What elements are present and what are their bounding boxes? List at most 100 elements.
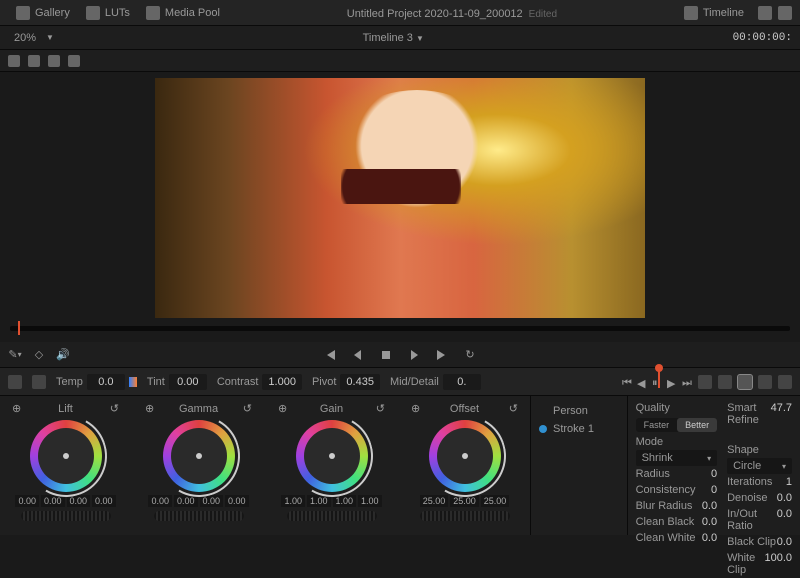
expand-icon[interactable]: ⊕ <box>278 402 287 415</box>
first-frame-button[interactable] <box>323 348 337 362</box>
kf-first-icon[interactable]: ⏮ <box>622 377 632 387</box>
offset-wheel[interactable] <box>429 420 501 492</box>
expand-icon[interactable]: ⊕ <box>12 402 21 415</box>
mediapool-icon <box>146 6 160 20</box>
expand-icon[interactable]: ⊕ <box>411 402 420 415</box>
zoom-value: 20% <box>8 30 42 46</box>
gain-wheel-panel: ⊕Gain↺ 1.001.001.001.00 <box>274 400 389 531</box>
mask-item-stroke1[interactable]: Stroke 1 <box>539 420 619 438</box>
highlight-icon[interactable] <box>48 55 60 67</box>
scrub-bar[interactable] <box>0 324 800 342</box>
prev-frame-button[interactable] <box>351 348 365 362</box>
pivot-value[interactable]: 0.435 <box>340 374 380 390</box>
kf-last-icon[interactable]: ⏭ <box>682 377 692 387</box>
viewer-mode-icon[interactable]: ◇ <box>32 348 46 362</box>
kf-next-icon[interactable]: ▶ <box>667 377 677 387</box>
wand-tool-icon[interactable] <box>698 375 712 389</box>
blur-radius-param[interactable]: Blur Radius0.0 <box>636 498 718 514</box>
quality-toggle[interactable]: FasterBetter <box>636 418 718 432</box>
mediapool-tab[interactable]: Media Pool <box>138 2 228 24</box>
clean-black-param[interactable]: Clean Black0.0 <box>636 514 718 530</box>
zoom-control[interactable]: 20%▼ <box>8 30 54 46</box>
smart-refine-param[interactable]: Smart Refine47.7 <box>727 400 792 428</box>
preview-image <box>155 78 645 318</box>
nodes-icon[interactable] <box>778 6 792 20</box>
sub-toolbar: 20%▼ Timeline 3 ▼ 00:00:00: <box>0 26 800 50</box>
viewer[interactable] <box>0 72 800 324</box>
lift-jog[interactable] <box>21 511 111 521</box>
scrub-track[interactable] <box>10 326 790 331</box>
image-wipe-icon[interactable] <box>8 55 20 67</box>
middetail-param[interactable]: Mid/Detail0. <box>390 374 481 390</box>
crosshair-icon[interactable] <box>8 375 22 389</box>
tint-label: Tint <box>147 376 165 388</box>
timeline-button[interactable]: Timeline <box>676 2 752 24</box>
expand-icon[interactable]: ⊕ <box>145 402 154 415</box>
scope-tool-icon[interactable] <box>758 375 772 389</box>
wand-icon[interactable] <box>68 55 80 67</box>
contrast-value[interactable]: 1.000 <box>262 374 302 390</box>
temp-value[interactable]: 0.0 <box>87 374 125 390</box>
mediapool-label: Media Pool <box>165 7 220 19</box>
picker-icon[interactable]: ✎▾ <box>8 348 22 362</box>
primary-params: Temp 0.0 Tint 0.00 Contrast1.000 Pivot0.43… <box>0 368 800 396</box>
mode-dropdown[interactable]: Shrink▾ <box>636 450 718 466</box>
reset-icon[interactable]: ↺ <box>376 402 385 415</box>
person-label: Person <box>553 405 588 417</box>
last-frame-button[interactable] <box>435 348 449 362</box>
denoise-param[interactable]: Denoise0.0 <box>727 490 792 506</box>
tint-value[interactable]: 0.00 <box>169 374 207 390</box>
faster-btn[interactable]: Faster <box>636 418 678 432</box>
playhead[interactable] <box>18 321 20 335</box>
radius-param[interactable]: Radius0 <box>636 466 718 482</box>
consistency-param[interactable]: Consistency0 <box>636 482 718 498</box>
audio-icon[interactable]: 🔊 <box>56 348 70 362</box>
chevron-down-icon[interactable]: ▼ <box>416 34 424 43</box>
split-screen-icon[interactable] <box>28 55 40 67</box>
luts-icon <box>86 6 100 20</box>
play-button[interactable] <box>407 348 421 362</box>
timeline-name[interactable]: Timeline 3 <box>363 32 413 44</box>
gain-jog[interactable] <box>287 511 377 521</box>
lift-wheel-panel: ⊕Lift↺ 0.000.000.000.00 <box>8 400 123 531</box>
reset-icon[interactable]: ↺ <box>110 402 119 415</box>
tint-param[interactable]: Tint 0.00 <box>147 374 207 390</box>
gain-label: Gain <box>320 403 343 415</box>
gain-wheel[interactable] <box>296 420 368 492</box>
reset-icon[interactable]: ↺ <box>509 402 518 415</box>
luts-tab[interactable]: LUTs <box>78 2 138 24</box>
better-btn[interactable]: Better <box>677 418 717 432</box>
project-title: Untitled Project 2020-11-09_200012Edited <box>228 6 676 20</box>
gamma-wheel[interactable] <box>163 420 235 492</box>
clean-white-param[interactable]: Clean White0.0 <box>636 530 718 546</box>
offset-jog[interactable] <box>420 511 510 521</box>
shape-dropdown[interactable]: Circle▾ <box>727 458 792 474</box>
clips-icon[interactable] <box>758 6 772 20</box>
curve-tool-icon[interactable] <box>718 375 732 389</box>
inout-ratio-param[interactable]: In/Out Ratio0.0 <box>727 506 792 534</box>
white-clip-param[interactable]: White Clip100.0 <box>727 550 792 578</box>
auto-icon[interactable] <box>32 375 46 389</box>
temp-param[interactable]: Temp 0.0 <box>56 374 137 390</box>
reset-icon[interactable]: ↺ <box>243 402 252 415</box>
mask-item-person[interactable]: Person <box>539 402 619 420</box>
iterations-param[interactable]: Iterations1 <box>727 474 792 490</box>
contrast-param[interactable]: Contrast1.000 <box>217 374 302 390</box>
temp-label: Temp <box>56 376 83 388</box>
stop-button[interactable] <box>379 348 393 362</box>
lift-wheel[interactable] <box>30 420 102 492</box>
mask-tool-icon[interactable] <box>738 375 752 389</box>
timecode[interactable]: 00:00:00: <box>733 32 792 44</box>
magic-mask-panel: Quality FasterBetter Mode Shrink▾ Radius… <box>627 396 800 535</box>
gallery-tab[interactable]: Gallery <box>8 2 78 24</box>
loop-button[interactable]: ↻ <box>463 348 477 362</box>
pivot-param[interactable]: Pivot0.435 <box>312 374 380 390</box>
middetail-value[interactable]: 0. <box>443 374 481 390</box>
lift-label: Lift <box>58 403 73 415</box>
gamma-jog[interactable] <box>154 511 244 521</box>
black-clip-param[interactable]: Black Clip0.0 <box>727 534 792 550</box>
settings-icon[interactable] <box>778 375 792 389</box>
edited-status: Edited <box>529 9 557 20</box>
playhead-marker[interactable] <box>658 368 660 388</box>
kf-prev-icon[interactable]: ◀ <box>637 377 647 387</box>
